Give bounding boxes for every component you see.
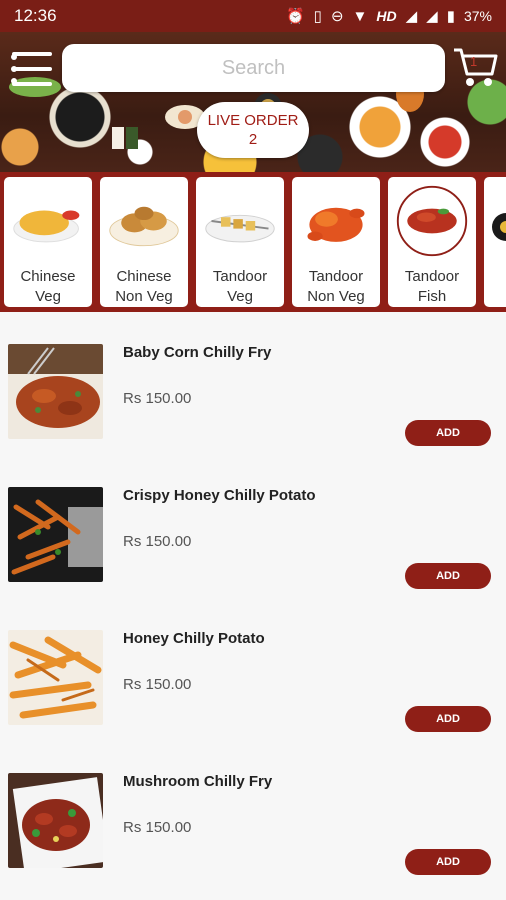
signal-icon-2: ◢ (426, 8, 438, 25)
network-type-label: HD (376, 8, 397, 24)
add-button[interactable]: ADD (405, 849, 491, 875)
list-item: Honey Chilly Potato Rs 150.00 ADD (0, 598, 506, 741)
item-price: Rs 150.00 (123, 676, 192, 693)
signal-icon: ◢ (405, 8, 418, 25)
list-item: Crispy Honey Chilly Potato Rs 150.00 ADD (0, 455, 506, 598)
tandoor-veg-food-image (205, 214, 275, 243)
honey-chilly-potato-image (8, 630, 103, 725)
category-card-tandoor-veg[interactable]: Tandoor Veg (196, 177, 284, 307)
category-label: Tandoor Non Veg (307, 268, 365, 305)
item-price: Rs 150.00 (123, 533, 192, 550)
battery-icon: ▮ (446, 8, 455, 25)
category-label: Chinese Veg (20, 268, 76, 305)
partial-category-image (492, 213, 506, 241)
vibrate-icon: ▯ (313, 8, 322, 25)
battery-percent: 37% (463, 8, 492, 24)
tandoor-fish-food-image (396, 185, 468, 257)
item-name: Baby Corn Chilly Fry (123, 344, 272, 361)
list-item: Mushroom Chilly Fry Rs 150.00 ADD (0, 741, 506, 884)
mushroom-chilly-fry-image (8, 773, 103, 868)
alarm-icon: ⏰ (285, 8, 305, 25)
menu-bullets-icon (11, 54, 17, 84)
category-card-tandoor-non-veg[interactable]: Tandoor Non Veg (292, 177, 380, 307)
chinese-veg-food-image (13, 210, 80, 243)
live-order-count: 2 (248, 131, 258, 148)
item-price: Rs 150.00 (123, 390, 192, 407)
item-name: Crispy Honey Chilly Potato (123, 487, 316, 504)
crispy-honey-chilly-potato-image (8, 487, 103, 582)
item-name: Mushroom Chilly Fry (123, 773, 273, 790)
wifi-icon: ▼ (352, 7, 368, 25)
category-strip[interactable]: ChineseVeg ChineseNon Veg TandoorVeg (0, 172, 506, 312)
do-not-disturb-icon: ⊖ (330, 8, 344, 25)
category-label: Tandoor Veg (212, 268, 268, 305)
status-time: 12:36 (14, 6, 57, 25)
live-order-label: LIVE ORDER (207, 112, 299, 129)
category-card-tandoor-fish[interactable]: Tandoor Fish (388, 177, 476, 307)
cart-count-badge: 1 (470, 54, 478, 69)
search-placeholder: Search (221, 56, 286, 79)
category-label: Chinese Non Veg (115, 268, 173, 305)
item-price: Rs 150.00 (123, 819, 192, 836)
category-label: Tandoor Fish (404, 268, 460, 305)
status-bar: 12:36 ⏰ ▯ ⊖ ▼ HD ◢ ◢ ▮ 37% (0, 0, 506, 32)
tandoor-non-veg-food-image (307, 207, 365, 242)
search-input[interactable]: Search (62, 44, 445, 92)
item-name: Honey Chilly Potato (123, 630, 265, 647)
baby-corn-chilly-fry-image (8, 344, 103, 439)
list-item: Baby Corn Chilly Fry Rs 150.00 ADD (0, 312, 506, 455)
add-button[interactable]: ADD (405, 706, 491, 732)
status-icons: ⏰ ▯ ⊖ ▼ HD ◢ ◢ ▮ 37% (285, 7, 492, 26)
category-card-chinese-veg[interactable]: Chinese Veg (4, 177, 92, 307)
add-button[interactable]: ADD (405, 420, 491, 446)
add-button[interactable]: ADD (405, 563, 491, 589)
category-card-partial[interactable] (484, 177, 506, 307)
live-order-button[interactable]: LIVE ORDER 2 (197, 102, 309, 158)
menu-list: Baby Corn Chilly Fry Rs 150.00 ADD Crisp… (0, 312, 506, 900)
category-card-chinese-non-veg[interactable]: Chinese Non Veg (100, 177, 188, 307)
chinese-non-veg-food-image (109, 206, 179, 247)
